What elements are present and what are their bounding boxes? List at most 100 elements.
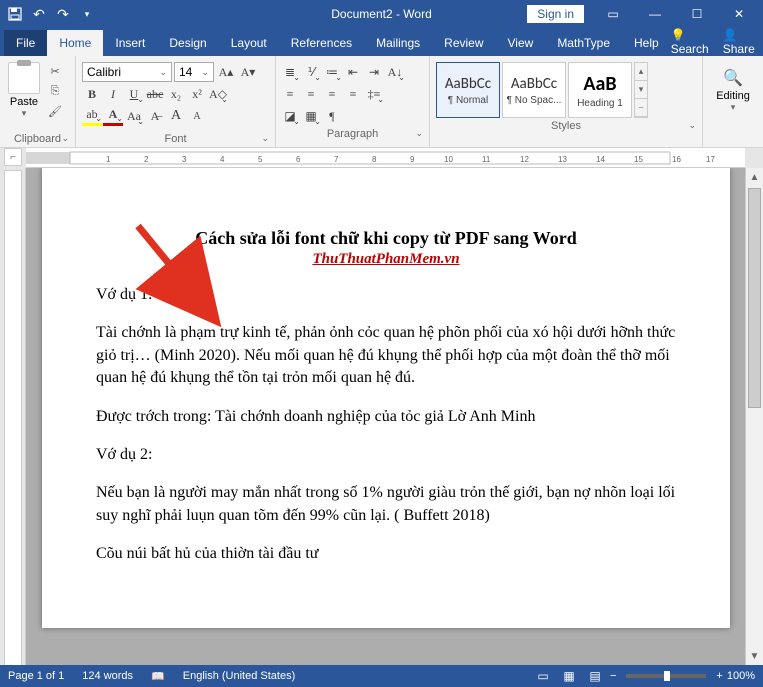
tab-references[interactable]: References: [279, 30, 364, 56]
undo-icon[interactable]: ↶: [28, 3, 50, 25]
cut-icon[interactable]: ✂: [46, 62, 64, 80]
page-scroll[interactable]: Cách sửa lỗi font chữ khi copy từ PDF sa…: [26, 168, 745, 665]
underline-button[interactable]: U: [124, 84, 144, 104]
sort-button[interactable]: A↓: [385, 62, 405, 82]
line-spacing-button[interactable]: ‡≡: [364, 84, 384, 104]
superscript-button[interactable]: x²: [187, 84, 207, 104]
decrease-indent-button[interactable]: ⇤: [343, 62, 363, 82]
svg-text:4: 4: [220, 155, 225, 164]
tab-file[interactable]: File: [4, 30, 47, 56]
styles-scroll[interactable]: ▴▾⎯: [634, 62, 648, 118]
style-no-spacing[interactable]: AaBbCc ¶ No Spac...: [502, 62, 566, 118]
highlight-button[interactable]: ab: [82, 106, 102, 126]
status-spellcheck-icon[interactable]: 📖: [151, 670, 165, 683]
tab-home[interactable]: Home: [47, 30, 103, 56]
svg-text:3: 3: [182, 155, 187, 164]
strike-button[interactable]: abc: [145, 84, 165, 104]
style-heading-1[interactable]: AaB Heading 1: [568, 62, 632, 118]
status-page[interactable]: Page 1 of 1: [8, 670, 64, 682]
zoom-level[interactable]: 100%: [727, 670, 755, 682]
tab-help[interactable]: Help: [622, 30, 671, 56]
titlebar: ↶ ↷ ▾ Document2 - Word Sign in ▭ — ☐ ✕: [0, 0, 763, 28]
char-scale-button[interactable]: A̶: [145, 106, 165, 126]
shrink-font-icon[interactable]: A▾: [238, 62, 258, 82]
align-right-button[interactable]: ≡: [322, 84, 342, 104]
shading-button[interactable]: ◪: [280, 106, 300, 126]
scroll-up-icon[interactable]: ▲: [746, 168, 763, 186]
tell-me[interactable]: 💡 Search: [671, 28, 709, 56]
scroll-thumb[interactable]: [748, 188, 761, 408]
document-page[interactable]: Cách sửa lỗi font chữ khi copy từ PDF sa…: [42, 168, 730, 628]
change-case-button[interactable]: Aa: [124, 106, 144, 126]
vertical-scrollbar[interactable]: ▲ ▼: [745, 168, 763, 665]
zoom-slider[interactable]: [626, 674, 706, 678]
group-styles: AaBbCc ¶ Normal AaBbCc ¶ No Spac... AaB …: [430, 56, 703, 147]
tab-review[interactable]: Review: [432, 30, 495, 56]
zoom-out-button[interactable]: −: [610, 670, 616, 682]
svg-text:10: 10: [444, 155, 453, 164]
tab-selector-icon[interactable]: ⌐: [4, 148, 22, 166]
tab-layout[interactable]: Layout: [219, 30, 279, 56]
font-name-select[interactable]: Calibri: [82, 62, 172, 82]
svg-text:9: 9: [410, 155, 415, 164]
font-color-button[interactable]: A: [103, 106, 123, 126]
tab-view[interactable]: View: [496, 30, 546, 56]
tab-mailings[interactable]: Mailings: [364, 30, 432, 56]
svg-text:5: 5: [258, 155, 263, 164]
share-button[interactable]: 👤 Share: [723, 28, 755, 56]
editing-button[interactable]: Editing: [716, 90, 750, 102]
svg-text:14: 14: [596, 155, 605, 164]
paste-button[interactable]: Paste: [10, 96, 38, 108]
tab-mathtype[interactable]: MathType: [545, 30, 622, 56]
status-language[interactable]: English (United States): [183, 670, 296, 682]
subscript-button[interactable]: x₂: [166, 84, 186, 104]
tab-insert[interactable]: Insert: [103, 30, 157, 56]
group-label-font: Font: [80, 131, 271, 147]
doc-paragraph: Vớ dụ 1:: [96, 284, 676, 306]
format-painter-icon[interactable]: 🖌: [46, 102, 64, 120]
ribbon-display-icon[interactable]: ▭: [593, 0, 633, 28]
maximize-icon[interactable]: ☐: [677, 0, 717, 28]
show-marks-button[interactable]: ¶: [322, 106, 342, 126]
save-icon[interactable]: [4, 3, 26, 25]
status-words[interactable]: 124 words: [82, 670, 133, 682]
close-icon[interactable]: ✕: [719, 0, 759, 28]
font-size-select[interactable]: 14: [174, 62, 214, 82]
numbering-button[interactable]: ⅟: [301, 62, 321, 82]
redo-icon[interactable]: ↷: [52, 3, 74, 25]
style-normal[interactable]: AaBbCc ¶ Normal: [436, 62, 500, 118]
signin-button[interactable]: Sign in: [526, 4, 585, 24]
grow-a-icon[interactable]: A: [166, 106, 186, 126]
multilevel-button[interactable]: ≔: [322, 62, 342, 82]
tab-design[interactable]: Design: [157, 30, 218, 56]
view-web-icon[interactable]: ▤: [584, 667, 606, 685]
bullets-button[interactable]: ≣: [280, 62, 300, 82]
borders-button[interactable]: ▦: [301, 106, 321, 126]
shrink-a-icon[interactable]: A: [187, 106, 207, 126]
vertical-ruler[interactable]: [0, 168, 26, 665]
align-center-button[interactable]: ≡: [301, 84, 321, 104]
svg-text:2: 2: [144, 155, 149, 164]
increase-indent-button[interactable]: ⇥: [364, 62, 384, 82]
bold-button[interactable]: B: [82, 84, 102, 104]
qat-dropdown-icon[interactable]: ▾: [76, 3, 98, 25]
ruler-area: ⌐ 123 456 789 101112 131415 1617: [0, 148, 763, 168]
grow-font-icon[interactable]: A▴: [216, 62, 236, 82]
justify-button[interactable]: ≡: [343, 84, 363, 104]
view-read-icon[interactable]: ▭: [532, 667, 554, 685]
italic-button[interactable]: I: [103, 84, 123, 104]
scroll-down-icon[interactable]: ▼: [746, 647, 763, 665]
clear-format-icon[interactable]: A◇: [208, 84, 228, 104]
doc-paragraph: Vớ dụ 2:: [96, 444, 676, 466]
group-label-styles: Styles: [434, 118, 698, 134]
group-editing: 🔍 Editing ▾: [703, 56, 763, 147]
zoom-in-button[interactable]: +: [716, 670, 722, 682]
horizontal-ruler[interactable]: 123 456 789 101112 131415 1617: [26, 148, 745, 168]
find-icon[interactable]: 🔍: [723, 68, 743, 88]
minimize-icon[interactable]: —: [635, 0, 675, 28]
align-left-button[interactable]: ≡: [280, 84, 300, 104]
paste-icon[interactable]: [8, 62, 40, 94]
view-print-icon[interactable]: ▦: [558, 667, 580, 685]
doc-paragraph: Được trớch trong: Tài chớnh doanh nghiệp…: [96, 406, 676, 428]
copy-icon[interactable]: ⎘: [46, 82, 64, 100]
